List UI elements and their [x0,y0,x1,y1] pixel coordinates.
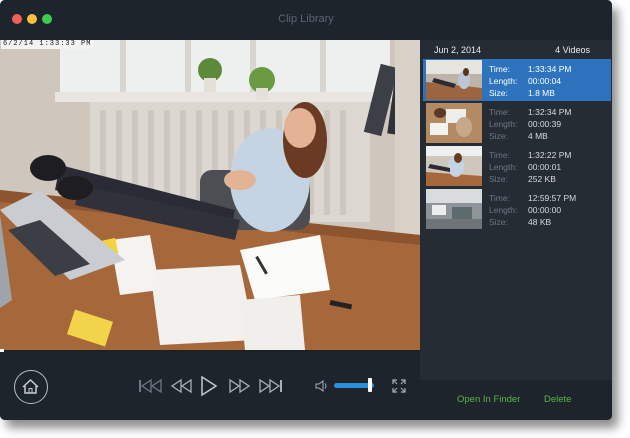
clip-3-size-label: Size: [489,174,508,184]
clip-1-size-label: Size: [489,88,508,98]
clip-3-length: 00:00:01 [528,162,562,172]
skip-to-end-icon[interactable] [257,378,283,394]
home-button[interactable] [14,370,48,404]
volume-icon[interactable] [315,379,329,393]
clip-4-size: 48 KB [528,217,552,227]
clip-4-length-label: Length: [489,205,518,215]
open-in-finder-button[interactable]: Open In Finder [457,394,520,405]
clip-3-time: 1:32:22 PM [528,150,572,160]
clip-list-date: Jun 2, 2014 [434,45,482,55]
clip-2-time: 1:32:34 PM [528,107,572,117]
clip-3-length-label: Length: [489,162,518,172]
clip-thumbnail-4 [426,189,482,229]
clip-1-size: 1.8 MB [528,88,555,98]
clip-1-length-label: Length: [489,76,518,86]
clip-library-window: Clip Library 6/2/14 1:33:33 PM Jun 2, 20… [0,0,612,420]
clip-2-time-label: Time: [489,107,510,117]
play-icon[interactable] [199,375,219,397]
clip-2-length: 00:00:39 [528,119,562,129]
skip-to-start-icon[interactable] [138,378,164,394]
window-title: Clip Library [278,13,334,25]
clip-4-length: 00:00:00 [528,205,562,215]
clip-3-size: 252 KB [528,174,556,184]
video-timestamp-overlay: 6/2/14 1:33:33 PM [1,40,94,49]
clip-4-time: 12:59:57 PM [528,193,577,203]
fullscreen-icon[interactable] [392,379,406,393]
clip-2-size: 4 MB [528,131,548,141]
volume-slider-handle[interactable] [368,378,372,392]
delete-button[interactable]: Delete [544,394,571,405]
fast-forward-icon[interactable] [227,378,251,394]
clip-thumbnail-2 [426,103,482,143]
clip-3-time-label: Time: [489,150,510,160]
clip-thumbnail-3 [426,146,482,186]
video-player[interactable]: 6/2/14 1:33:33 PM [0,40,420,350]
clip-2-length-label: Length: [489,119,518,129]
clip-1-time-label: Time: [489,64,510,74]
title-bar: Clip Library [0,0,612,40]
video-frame-image [0,40,420,350]
clip-thumbnail-1 [426,60,482,100]
clip-1-length: 00:00:04 [528,76,562,86]
clip-1-time: 1:33:34 PM [528,64,572,74]
rewind-icon[interactable] [170,378,194,394]
clip-4-size-label: Size: [489,217,508,227]
home-icon [22,378,39,394]
clip-4-time-label: Time: [489,193,510,203]
clip-2-size-label: Size: [489,131,508,141]
clip-count: 4 Videos [555,45,590,55]
